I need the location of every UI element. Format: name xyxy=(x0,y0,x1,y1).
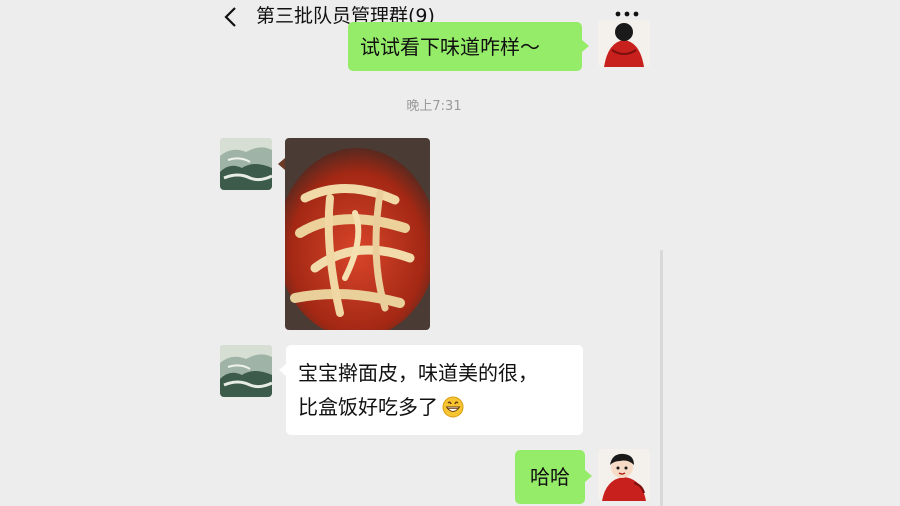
cartoon-girl-avatar-icon xyxy=(598,20,650,67)
bubble-tail xyxy=(585,470,592,482)
avatar-sender[interactable] xyxy=(220,138,272,190)
bubble-tail xyxy=(582,40,589,52)
food-photo-icon xyxy=(285,138,430,330)
landscape-avatar-icon xyxy=(220,138,272,190)
message-bubble-outgoing[interactable]: 哈哈 xyxy=(515,450,585,504)
message-text-line: 比盒饭好吃多了 xyxy=(298,395,438,419)
bubble-tail xyxy=(279,364,286,376)
message-text-line: 宝宝擀面皮，味道美的很， xyxy=(298,361,538,385)
avatar-self[interactable] xyxy=(598,20,650,67)
message-bubble-outgoing[interactable]: 试试看下味道咋样～ xyxy=(348,22,582,71)
bubble-tail xyxy=(278,158,285,170)
message-bubble-incoming[interactable]: 宝宝擀面皮，味道美的很， 比盒饭好吃多了 xyxy=(286,345,583,435)
avatar-sender[interactable] xyxy=(220,345,272,397)
message-text: 哈哈 xyxy=(530,465,570,489)
message-text-line-wrap: 比盒饭好吃多了 xyxy=(298,390,571,424)
landscape-avatar-icon xyxy=(220,345,272,397)
scrollbar[interactable] xyxy=(660,250,663,506)
grinning-face-icon xyxy=(442,396,464,418)
message-text: 试试看下味道咋样～ xyxy=(360,35,540,59)
timestamp: 晚上7:31 xyxy=(406,99,462,114)
cartoon-girl-avatar-icon xyxy=(598,449,650,501)
chevron-left-icon[interactable] xyxy=(220,6,242,28)
avatar-self[interactable] xyxy=(598,449,650,501)
image-message[interactable] xyxy=(285,138,430,330)
